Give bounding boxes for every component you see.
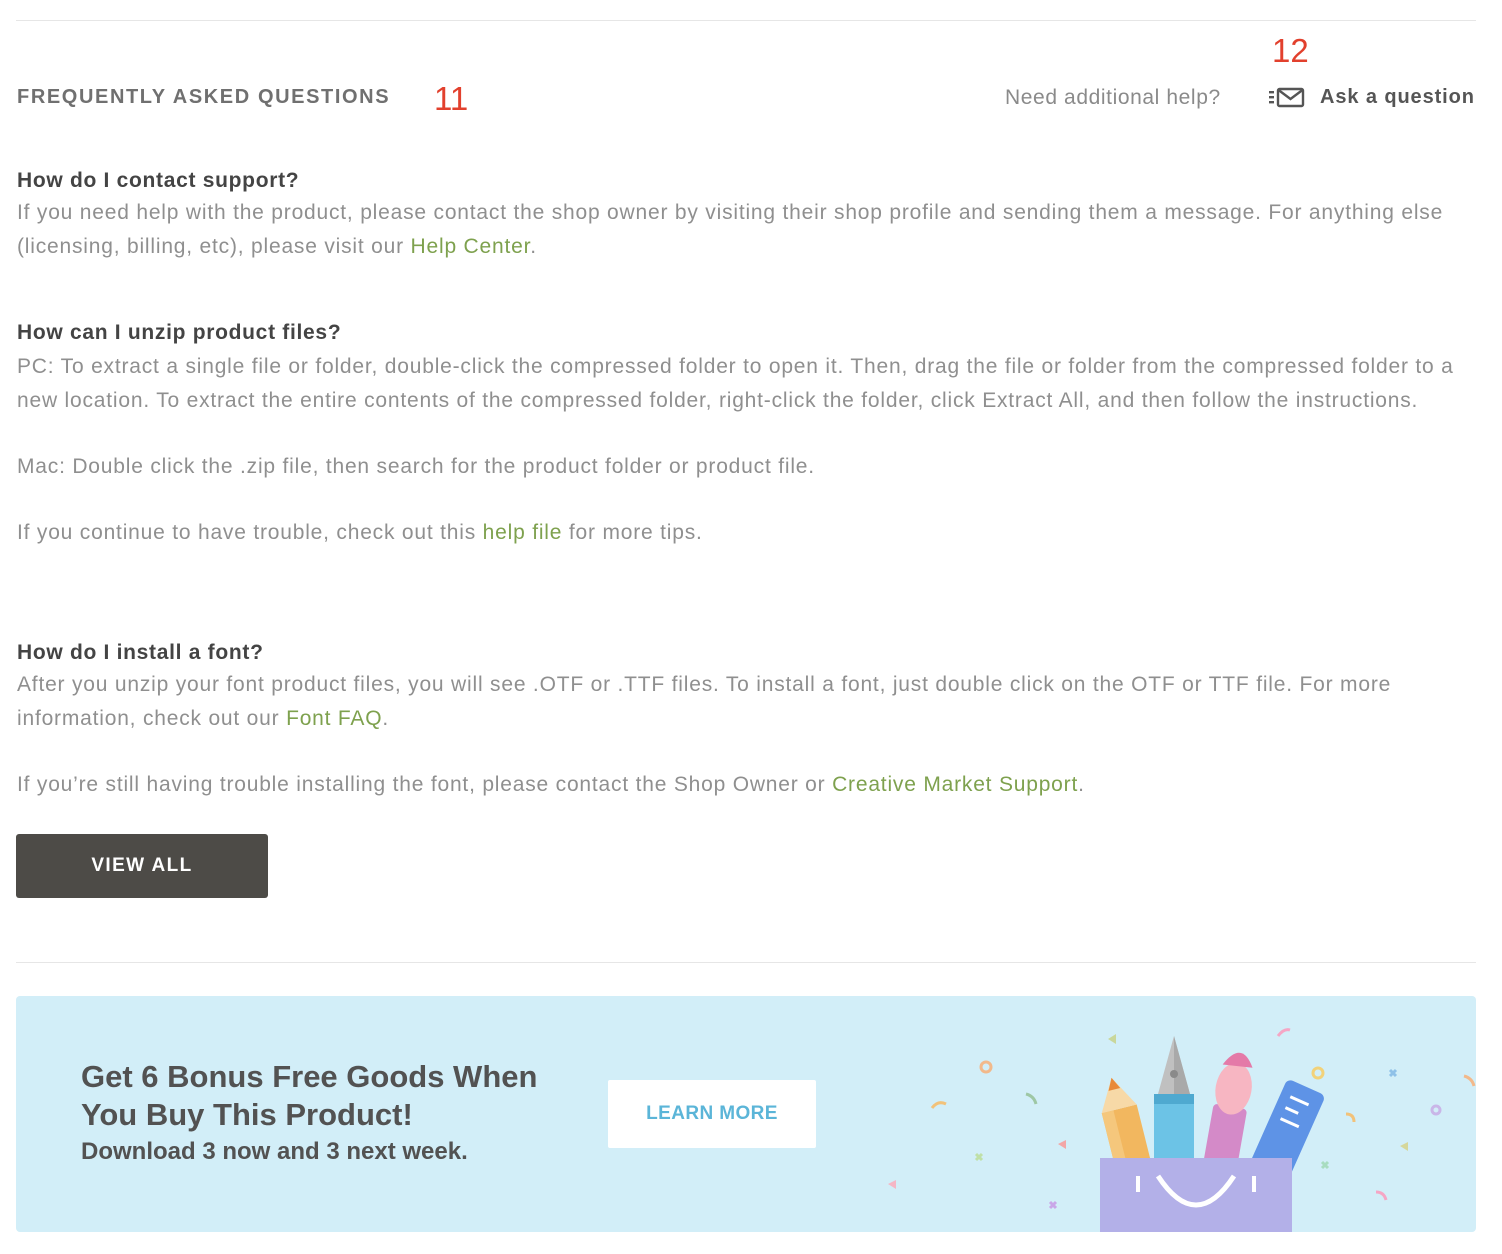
faq-section: FREQUENTLY ASKED QUESTIONS 11 12 Need ad… [0, 0, 1502, 1254]
faq-heading: FREQUENTLY ASKED QUESTIONS [17, 86, 391, 108]
need-help-text: Need additional help? [1005, 86, 1221, 109]
bonus-promo-banner: Get 6 Bonus Free Goods When You Buy This… [16, 996, 1476, 1232]
answer-text-end: . [382, 707, 389, 730]
faq-question: How can I unzip product files? [17, 321, 342, 344]
answer-text: If you continue to have trouble, check o… [17, 521, 483, 544]
faq-question: How do I contact support? [17, 169, 300, 192]
section-divider [16, 962, 1476, 963]
mail-icon [1269, 87, 1305, 108]
faq-answer-install: After you unzip your font product files,… [17, 668, 1477, 736]
faq-answer-pc: PC: To extract a single file or folder, … [17, 355, 1454, 412]
answer-text-end: for more tips. [562, 521, 703, 544]
faq-answer-support: If you’re still having trouble installin… [17, 768, 1477, 802]
creative-market-support-link[interactable]: Creative Market Support [832, 773, 1078, 796]
answer-text: After you unzip your font product files,… [17, 673, 1392, 730]
faq-item-unzip-files: How can I unzip product files? PC: To ex… [17, 318, 1477, 550]
faq-answer-mac: Mac: Double click the .zip file, then se… [17, 455, 815, 478]
answer-text: If you’re still having trouble installin… [17, 773, 833, 796]
font-faq-link[interactable]: Font FAQ [286, 707, 382, 730]
annotation-marker-11: 11 [434, 80, 469, 117]
promo-title: Get 6 Bonus Free Goods When You Buy This… [81, 1059, 538, 1132]
help-file-link[interactable]: help file [483, 521, 563, 544]
answer-text: If you need help with the product, pleas… [17, 201, 1444, 258]
faq-item-contact-support: How do I contact support? If you need he… [17, 166, 1477, 264]
top-divider [16, 20, 1476, 21]
shopping-bag-with-art-tools-icon [888, 1028, 1476, 1232]
faq-answer: If you need help with the product, pleas… [17, 196, 1477, 264]
promo-subtitle: Download 3 now and 3 next week. [81, 1138, 468, 1165]
faq-item-install-font: How do I install a font? After you unzip… [17, 638, 1477, 802]
faq-answer-trouble: If you continue to have trouble, check o… [17, 516, 1477, 550]
answer-text-end: . [530, 235, 537, 258]
view-all-button[interactable]: VIEW ALL [16, 834, 268, 898]
help-center-link[interactable]: Help Center [411, 235, 531, 258]
faq-question: How do I install a font? [17, 641, 264, 664]
annotation-marker-12: 12 [1272, 32, 1309, 69]
ask-question-label: Ask a question [1320, 85, 1475, 108]
ask-question-button[interactable]: Ask a question [1268, 82, 1475, 112]
answer-text-end: . [1078, 773, 1085, 796]
learn-more-button[interactable]: LEARN MORE [608, 1080, 816, 1148]
